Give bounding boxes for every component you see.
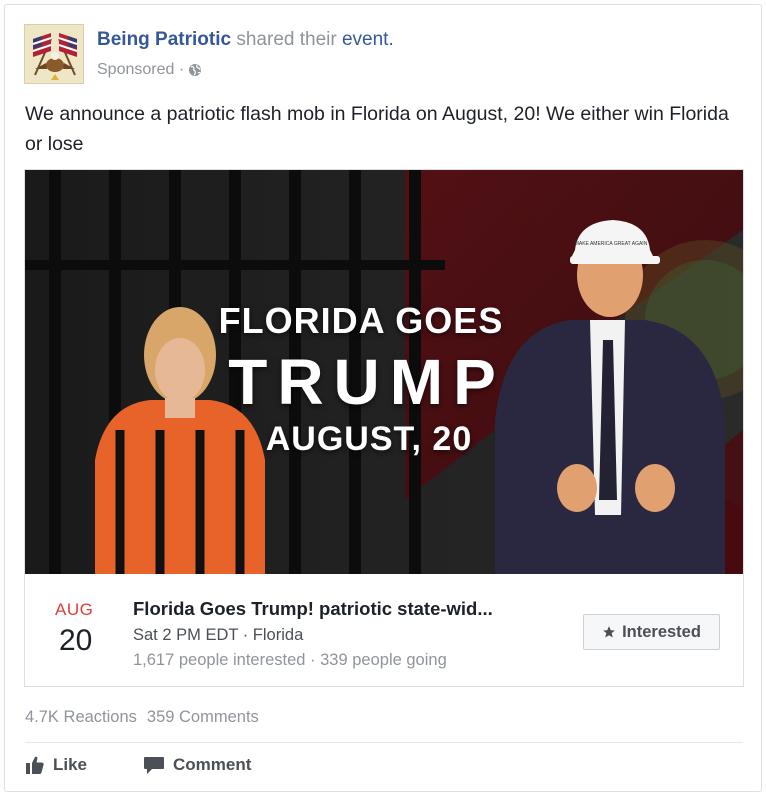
event-date-month: AUG (55, 600, 94, 619)
event-attendance-stats[interactable]: 1,617 people interested · 339 people goi… (133, 651, 447, 670)
action-divider (25, 742, 743, 743)
sponsored-post-card: Being Patriotic shared their event. Spon… (4, 4, 762, 792)
like-label: Like (53, 755, 88, 774)
comments-count[interactable]: 359 Comments (147, 708, 259, 727)
event-cover-image[interactable]: MAKE AMERICA GREAT AGAIN FLORIDA GOES TR… (25, 170, 743, 574)
cap-text: MAKE AMERICA GREAT AGAIN (575, 241, 648, 247)
page-name-link[interactable]: Being Patriotic (97, 29, 231, 50)
globe-icon[interactable] (188, 63, 202, 77)
interested-button[interactable]: Interested (583, 614, 720, 650)
event-title-link[interactable]: Florida Goes Trump! patriotic state-wid.… (133, 598, 493, 620)
banner-line-2: TRUMP (228, 346, 506, 418)
thumbs-up-icon (26, 756, 44, 774)
event-link[interactable]: event. (342, 29, 394, 50)
comment-label: Comment (173, 755, 252, 774)
patriotic-flags-eagle-logo (25, 25, 83, 83)
sponsored-text: Sponsored · (97, 61, 185, 78)
post-message: We announce a patriotic flash mob in Flo… (25, 103, 729, 155)
event-attachment[interactable]: MAKE AMERICA GREAT AGAIN FLORIDA GOES TR… (24, 169, 744, 687)
event-date-day: 20 (59, 624, 93, 657)
banner-line-3: AUGUST, 20 (265, 420, 473, 458)
speech-bubble-icon (144, 757, 164, 774)
event-details: AUG 20 Florida Goes Trump! patriotic sta… (25, 574, 743, 686)
comment-button[interactable]: Comment (143, 755, 251, 775)
page-avatar[interactable] (24, 24, 84, 84)
engagement-summary: 4.7K Reactions 359 Comments (25, 708, 259, 727)
interested-label: Interested (622, 622, 701, 641)
shared-text: shared their (236, 29, 337, 50)
event-time-location: Sat 2 PM EDT · Florida (133, 626, 304, 644)
star-icon (603, 626, 615, 638)
like-button[interactable]: Like (25, 755, 87, 775)
sponsored-label: Sponsored · (97, 61, 202, 79)
banner-line-1: FLORIDA GOES (218, 300, 504, 341)
post-header: Being Patriotic shared their event. (97, 29, 394, 51)
reactions-count[interactable]: 4.7K Reactions (25, 708, 137, 727)
